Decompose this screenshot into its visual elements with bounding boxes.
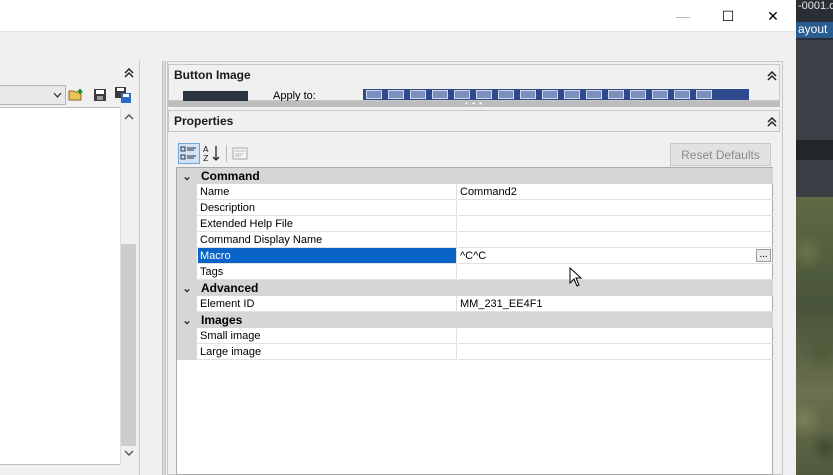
property-row[interactable]: Small image [177, 328, 773, 344]
row-gutter [177, 264, 197, 280]
property-value[interactable] [458, 328, 773, 344]
alphabetical-view-button[interactable]: A Z [201, 143, 223, 164]
property-name: Element ID [198, 296, 457, 312]
save-icon[interactable] [90, 85, 110, 105]
category-command[interactable]: ⌄ Command [177, 168, 773, 184]
property-name: Name [198, 184, 457, 200]
button-image-collapse-icon[interactable] [765, 69, 779, 83]
background-window-title: -0001.d [798, 0, 833, 12]
categorized-icon [180, 146, 196, 160]
row-gutter [177, 248, 197, 264]
property-row-macro[interactable]: Macro ^C^C ... [177, 248, 773, 264]
button-image-preview [183, 91, 248, 101]
chevron-down-icon[interactable]: ⌄ [181, 313, 193, 327]
property-name: Small image [198, 328, 457, 344]
save-as-icon[interactable] [113, 85, 133, 105]
background-panel-2 [796, 160, 833, 197]
property-name: Extended Help File [198, 216, 457, 232]
property-name: Description [198, 200, 457, 216]
property-value: ^C^C [460, 250, 487, 262]
property-value[interactable]: Command2 [458, 184, 773, 200]
open-folder-icon[interactable] [67, 85, 87, 105]
svg-text:A: A [203, 145, 209, 154]
category-label: Advanced [201, 281, 259, 295]
ellipsis-button[interactable]: ... [756, 249, 771, 262]
button-image-icon-strip[interactable] [363, 89, 749, 100]
property-value[interactable] [458, 200, 773, 216]
property-grid: ⌄ Command Name Command2 Description Exte… [176, 167, 773, 475]
panel-splitter[interactable] [162, 61, 166, 475]
property-value[interactable]: MM_231_EE4F1 [458, 296, 773, 312]
splitter-grip[interactable]: • • • [464, 100, 484, 108]
chevron-down-icon[interactable] [51, 87, 63, 103]
row-gutter [177, 216, 197, 232]
property-row[interactable]: Tags [177, 264, 773, 280]
button-image-title: Button Image [174, 68, 251, 82]
property-name: Tags [198, 264, 457, 280]
property-value[interactable] [458, 216, 773, 232]
row-gutter [177, 344, 197, 360]
maximize-button[interactable]: ☐ [705, 0, 751, 32]
reset-defaults-button[interactable]: Reset Defaults [670, 143, 771, 166]
svg-text:Z: Z [203, 154, 209, 163]
property-name: Macro [198, 248, 457, 264]
properties-title: Properties [174, 114, 234, 128]
property-value[interactable] [458, 264, 773, 280]
row-gutter [177, 296, 197, 312]
background-window: -0001.d ayout [796, 0, 833, 475]
properties-header [168, 110, 780, 132]
property-pages-icon [232, 147, 248, 160]
sort-az-icon: A Z [203, 145, 220, 163]
background-panel [796, 40, 833, 140]
property-row[interactable]: Large image [177, 344, 773, 360]
row-gutter [177, 232, 197, 248]
row-gutter [177, 200, 197, 216]
property-value[interactable] [458, 232, 773, 248]
category-label: Images [201, 313, 243, 327]
property-name: Command Display Name [198, 232, 457, 248]
apply-to-label: Apply to: [273, 91, 316, 101]
minimize-icon: — [676, 8, 690, 24]
row-gutter [177, 184, 197, 200]
macro-value-field[interactable]: ^C^C ... [458, 248, 773, 264]
left-panel-collapse-icon[interactable] [122, 66, 136, 80]
scroll-up-icon[interactable] [123, 112, 135, 122]
maximize-icon: ☐ [721, 7, 735, 24]
property-row[interactable]: Element ID MM_231_EE4F1 [177, 296, 773, 312]
property-pages-button[interactable] [230, 143, 250, 164]
close-icon: ✕ [767, 7, 779, 24]
close-button[interactable]: ✕ [750, 0, 796, 32]
satellite-image [796, 197, 833, 475]
property-row[interactable]: Command Display Name [177, 232, 773, 248]
property-row[interactable]: Name Command2 [177, 184, 773, 200]
category-advanced[interactable]: ⌄ Advanced [177, 280, 773, 296]
mouse-cursor-icon [569, 266, 583, 287]
category-label: Command [201, 169, 260, 183]
background-layout-tab[interactable]: ayout [796, 22, 833, 38]
categorized-view-button[interactable] [178, 143, 200, 164]
property-value[interactable] [458, 344, 773, 360]
category-images[interactable]: ⌄ Images [177, 312, 773, 328]
minimize-button[interactable]: — [660, 0, 706, 32]
row-gutter [177, 328, 197, 344]
tree-scrollbar-thumb[interactable] [121, 244, 136, 446]
properties-collapse-icon[interactable] [765, 115, 779, 129]
background-bar [796, 140, 833, 160]
scroll-down-icon[interactable] [123, 448, 135, 458]
customizations-tree[interactable] [0, 107, 137, 465]
toolbar-separator [226, 145, 227, 162]
property-name: Large image [198, 344, 457, 360]
property-row[interactable]: Description [177, 200, 773, 216]
property-row[interactable]: Extended Help File [177, 216, 773, 232]
chevron-down-icon[interactable]: ⌄ [181, 281, 193, 295]
chevron-down-icon[interactable]: ⌄ [181, 169, 193, 183]
